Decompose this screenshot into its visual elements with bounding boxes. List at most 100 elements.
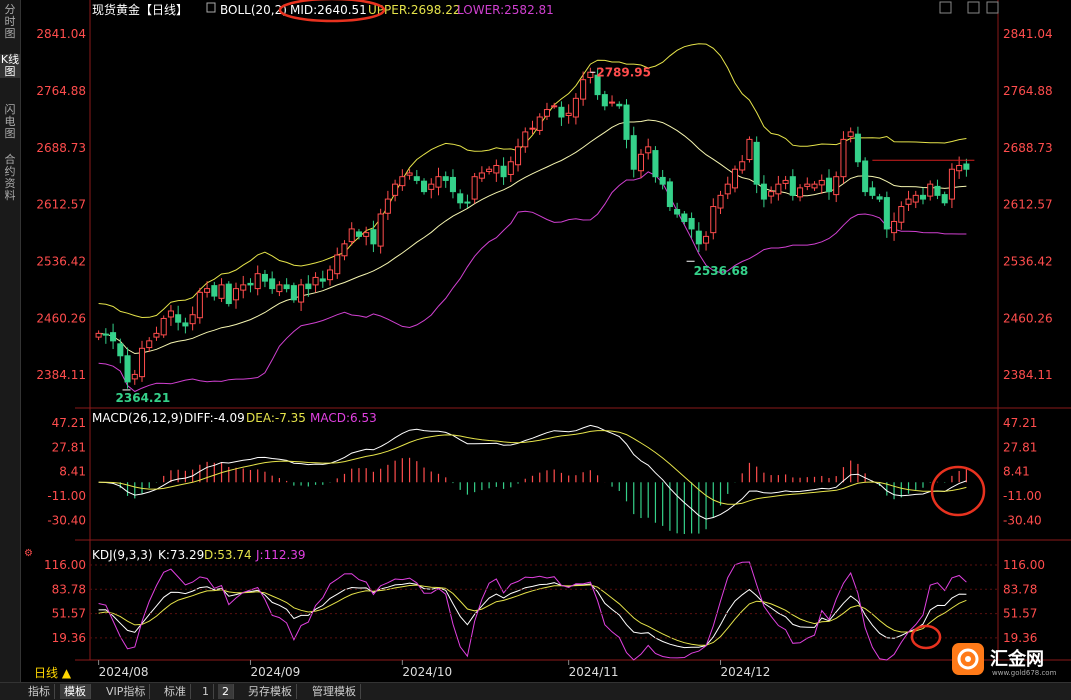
kdj-tick-right: 116.00 bbox=[1003, 558, 1045, 572]
tab-contract-info[interactable]: 合约资料 bbox=[0, 154, 20, 202]
close-icon[interactable] bbox=[986, 1, 999, 14]
candle-body bbox=[486, 168, 493, 172]
candle-body bbox=[536, 116, 543, 131]
candle-body bbox=[442, 176, 449, 181]
main-y-axis-ticks: 2841.04 2841.04 2764.88 2764.88 2688.73 2688.… bbox=[36, 27, 1052, 382]
candle-body bbox=[102, 333, 109, 336]
price-tick-left: 2841.04 bbox=[36, 27, 86, 41]
macd-tick-right: 8.41 bbox=[1003, 465, 1030, 479]
candle-body bbox=[797, 187, 804, 198]
move-icon[interactable] bbox=[939, 1, 952, 14]
candlesticks bbox=[95, 67, 975, 389]
candle-body bbox=[630, 135, 637, 170]
kdj-settings-icon[interactable]: ⚙ bbox=[24, 548, 33, 559]
tab-template-2[interactable]: 2 bbox=[218, 684, 234, 699]
tab-standard[interactable]: 标准 bbox=[160, 684, 191, 699]
candle-body bbox=[580, 79, 587, 100]
boll-indicator-icon[interactable] bbox=[206, 2, 216, 13]
kdj-k-label: K:73.29 bbox=[158, 548, 204, 562]
candle-body bbox=[543, 109, 550, 117]
candle-body bbox=[175, 314, 182, 323]
boll-bands bbox=[98, 43, 967, 393]
price-tick-right: 2688.73 bbox=[1003, 141, 1053, 155]
candle-body bbox=[334, 254, 341, 275]
candle-body bbox=[746, 138, 753, 161]
candle-body bbox=[616, 103, 623, 107]
candle-body bbox=[341, 243, 348, 257]
candle-body bbox=[833, 176, 840, 196]
price-tick-right: 2612.57 bbox=[1003, 198, 1053, 212]
candle-body bbox=[464, 201, 471, 204]
tab-timeshare[interactable]: 分时图 bbox=[0, 4, 20, 40]
x-tick-label: 2024/10 bbox=[402, 665, 452, 679]
candle-body bbox=[688, 217, 695, 230]
manage-templates-button[interactable]: 管理模板 bbox=[308, 684, 361, 699]
candle-body bbox=[276, 284, 283, 293]
candle-body bbox=[507, 161, 514, 175]
candle-body bbox=[153, 332, 160, 338]
boll-mid-label: MID:2640.51 bbox=[290, 3, 367, 17]
candle-body bbox=[283, 284, 290, 290]
candle-body bbox=[703, 235, 710, 244]
candle-body bbox=[478, 172, 485, 179]
candle-body bbox=[963, 163, 970, 170]
candle-body bbox=[609, 101, 616, 104]
price-tick-right: 2841.04 bbox=[1003, 27, 1053, 41]
candle-body bbox=[739, 161, 746, 171]
candle-body bbox=[413, 176, 420, 181]
candle-body bbox=[290, 285, 297, 301]
candle-body bbox=[305, 283, 312, 290]
kdj-d-line bbox=[98, 584, 967, 646]
candle-body bbox=[348, 228, 355, 243]
price-tick-left: 2536.42 bbox=[36, 254, 86, 268]
candle-body bbox=[377, 213, 384, 247]
restore-icon[interactable] bbox=[967, 1, 980, 14]
tab-flash-chart[interactable]: 闪电图 bbox=[0, 104, 20, 140]
candle-body bbox=[883, 197, 890, 230]
price-tick-left: 2460.26 bbox=[36, 311, 86, 325]
candle-body bbox=[934, 185, 941, 196]
macd-diff-label: DIFF:-4.09 bbox=[184, 411, 245, 425]
low-price-label: 2364.21 bbox=[116, 391, 171, 405]
candle-body bbox=[189, 314, 196, 325]
candle-body bbox=[160, 317, 167, 336]
candle-body bbox=[652, 150, 659, 178]
price-annotations: 2789.95 2536.68 2364.21 bbox=[116, 65, 749, 405]
logo-sub: www.gold678.com bbox=[992, 669, 1057, 677]
tab-template-1[interactable]: 1 bbox=[198, 684, 214, 699]
left-side-tabs: 分时图 K线图 闪电图 合约资料 bbox=[0, 0, 21, 682]
candle-body bbox=[515, 146, 522, 166]
tab-indicators[interactable]: 指标 bbox=[24, 684, 55, 699]
tab-vip-indicators[interactable]: VIP指标 bbox=[102, 684, 151, 699]
candle-body bbox=[674, 209, 681, 215]
window-tools bbox=[939, 1, 999, 14]
boll-upper-label: UPPER:2698.22 bbox=[368, 3, 460, 17]
candle-body bbox=[695, 230, 702, 245]
chart-area[interactable]: 2841.04 2841.04 2764.88 2764.88 2688.73 2688.… bbox=[20, 0, 1071, 682]
candle-body bbox=[247, 282, 254, 286]
macd-tick-right: 27.81 bbox=[1003, 440, 1037, 454]
candle-body bbox=[919, 194, 927, 200]
candle-body bbox=[681, 213, 688, 222]
candle-body bbox=[905, 198, 912, 205]
candle-body bbox=[717, 194, 724, 209]
save-template-button[interactable]: 另存模板 bbox=[244, 684, 297, 699]
period-selector[interactable]: 日线 ▲ bbox=[34, 666, 72, 680]
candle-body bbox=[789, 176, 796, 196]
boll-lower-label: LOWER:2582.81 bbox=[457, 3, 554, 17]
macd-dea-label: DEA:-7.35 bbox=[246, 411, 306, 425]
tab-kline[interactable]: K线图 bbox=[0, 54, 20, 78]
candle-body bbox=[117, 343, 124, 357]
kdj-tick-left: 19.36 bbox=[52, 631, 86, 645]
candle-body bbox=[847, 131, 854, 137]
candle-body bbox=[225, 283, 232, 305]
kdj-highlight-circle bbox=[910, 624, 942, 650]
candle-body bbox=[551, 105, 558, 108]
logo-text: 汇金网 bbox=[990, 648, 1044, 670]
candle-body bbox=[204, 288, 211, 293]
candle-body bbox=[912, 194, 919, 203]
macd-tick-right: -11.00 bbox=[1003, 489, 1042, 503]
candle-body bbox=[261, 273, 268, 282]
candle-body bbox=[522, 131, 529, 148]
tab-templates[interactable]: 模板 bbox=[60, 684, 91, 699]
